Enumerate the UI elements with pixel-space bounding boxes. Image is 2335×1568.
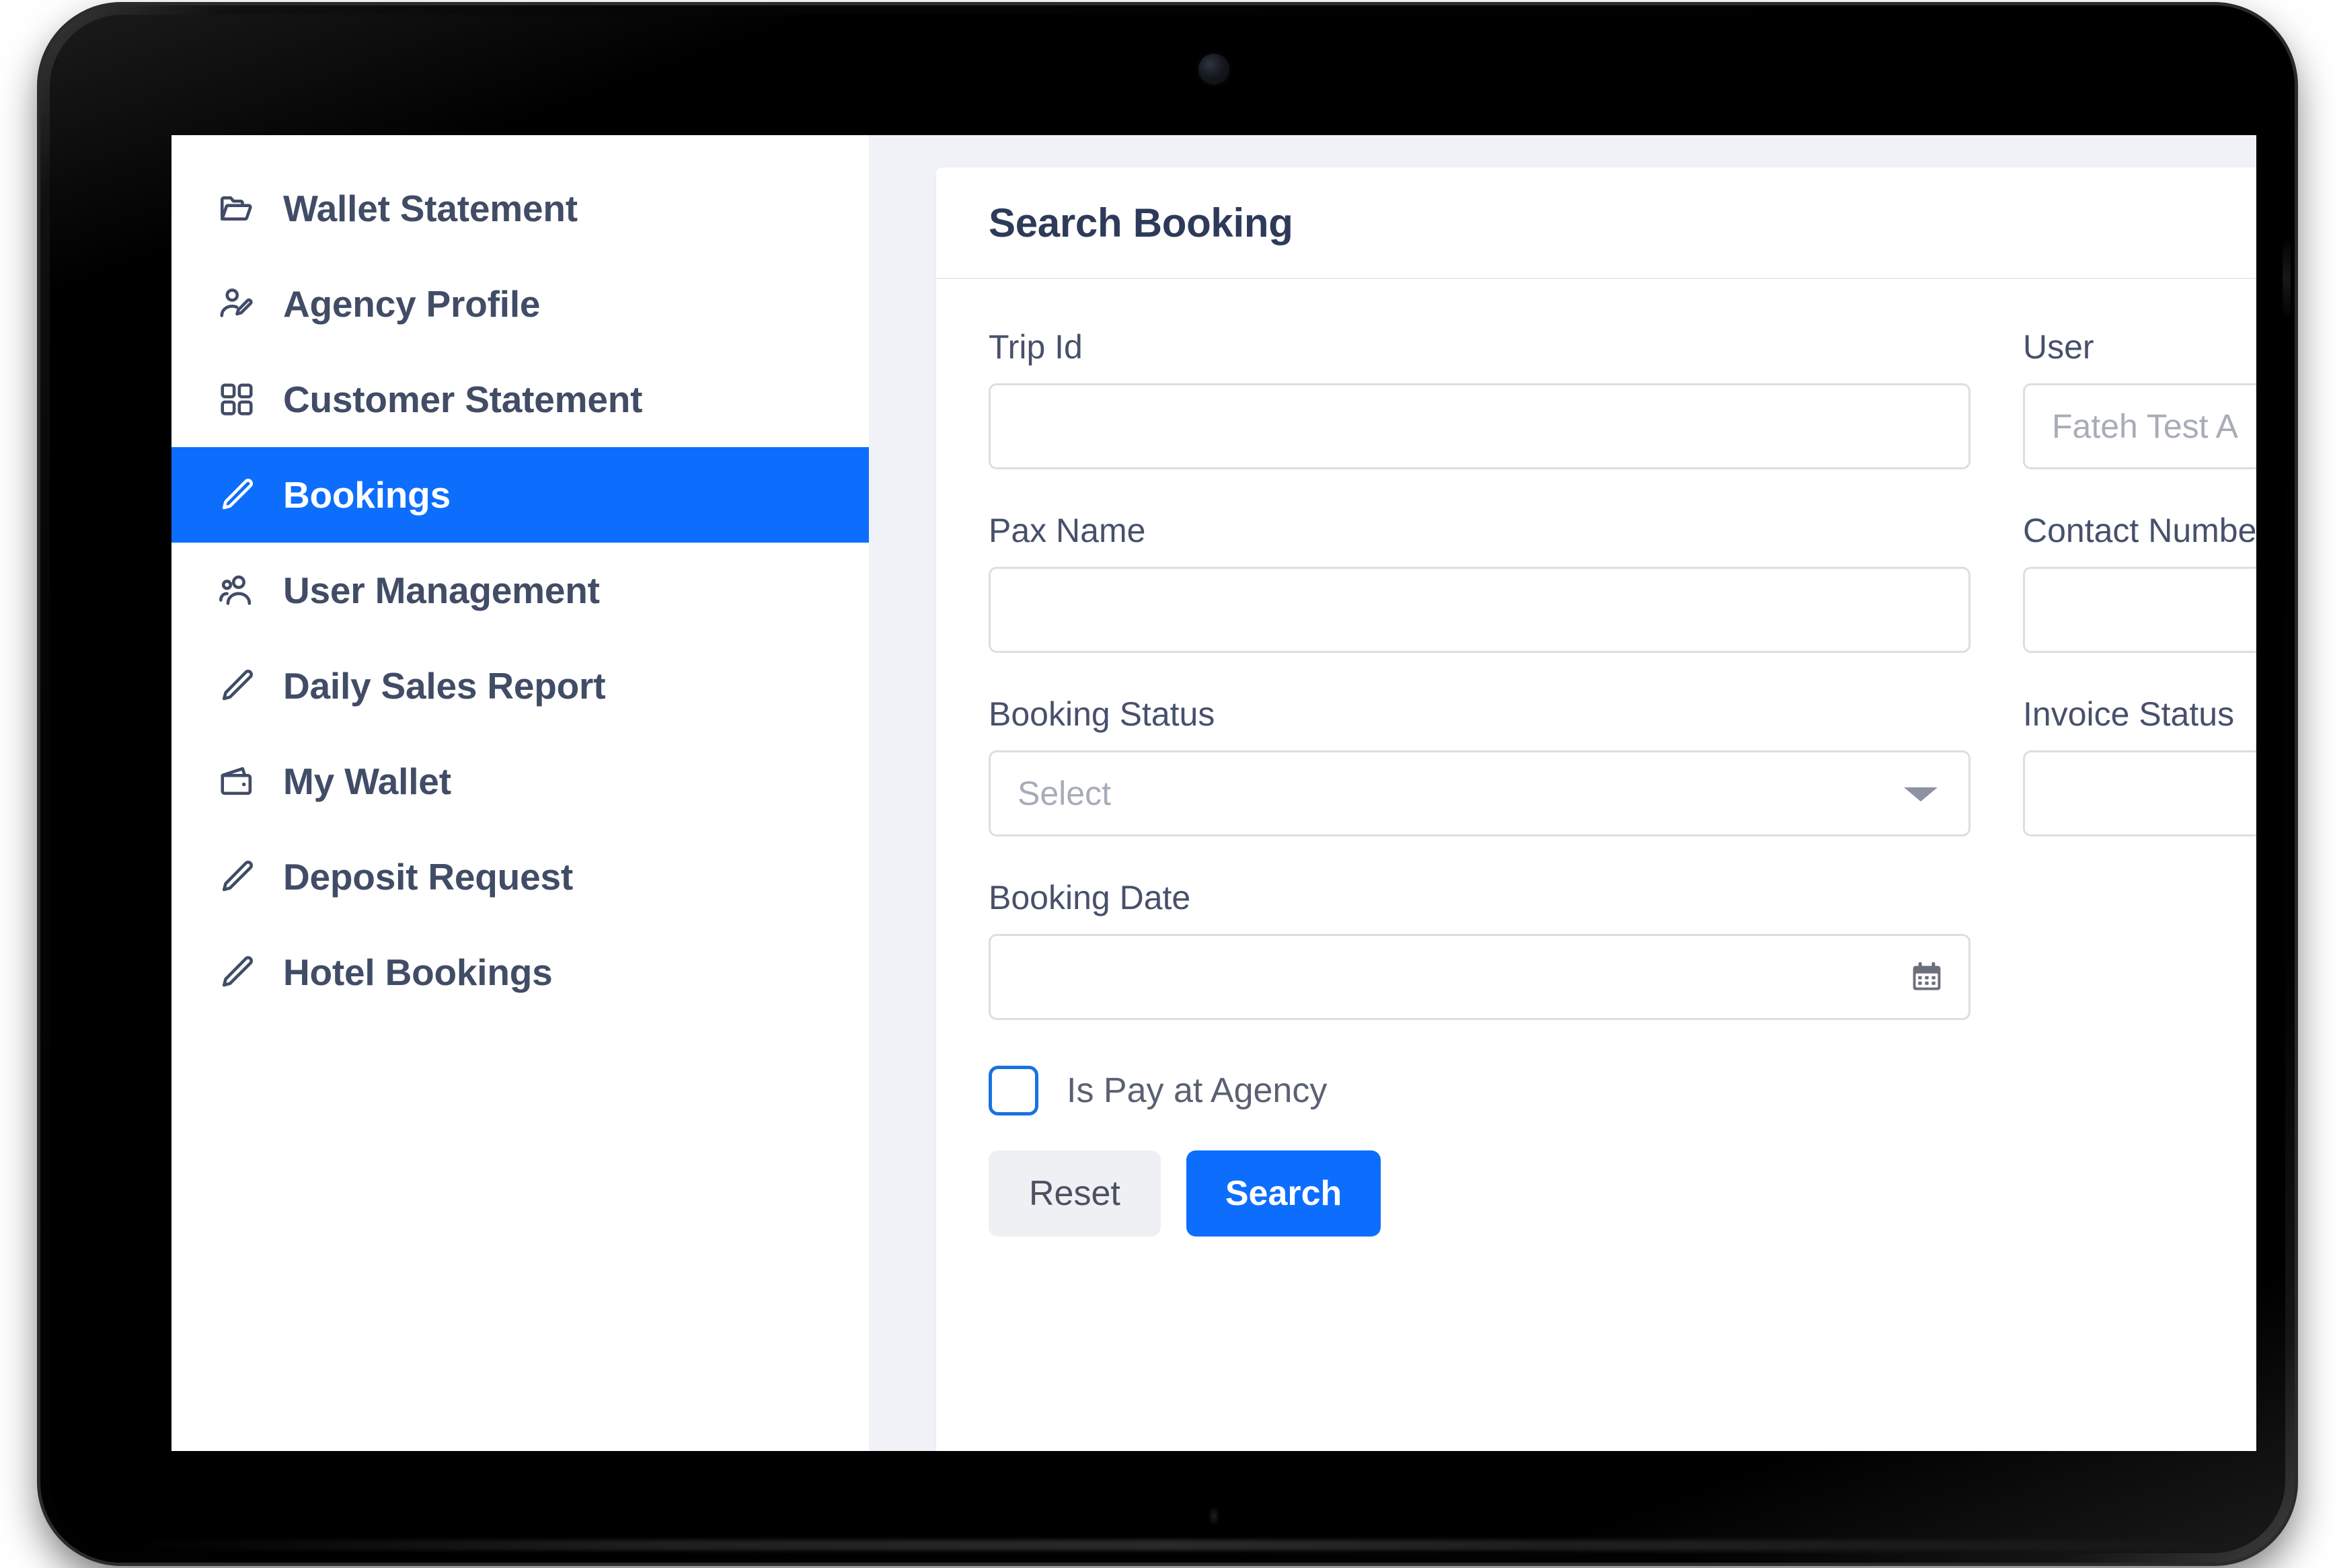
field-booking-date: Booking Date [989,879,1970,1020]
trip-id-label: Trip Id [989,328,1083,366]
wallet-icon [216,760,258,802]
invoice-status-select[interactable] [2023,750,2256,836]
sidebar-item-label: Wallet Statement [283,187,578,229]
form-grid: Trip Id User Fateh Test A Pax Name Conta… [989,329,2256,1063]
sidebar-item-my-wallet[interactable]: My Wallet [171,734,869,829]
is-pay-at-agency-label: Is Pay at Agency [1067,1071,1328,1110]
is-pay-at-agency-checkbox[interactable] [989,1066,1038,1115]
pencil-icon [216,856,258,898]
pay-at-agency-row: Is Pay at Agency [989,1066,2256,1115]
invoice-status-label: Invoice Status [2023,695,2235,733]
pencil-icon [216,665,258,707]
sidebar-item-label: User Management [283,569,600,611]
home-indicator [1208,1506,1220,1526]
user-edit-icon [216,283,258,325]
sidebar-item-bookings[interactable]: Bookings [171,447,869,543]
sidebar-item-customer-statement[interactable]: Customer Statement [171,352,869,447]
field-trip-id: Trip Id [989,329,1970,469]
contact-number-input[interactable] [2023,567,2256,653]
grid-icon [216,379,258,420]
field-contact-number: Contact Number [2023,512,2256,653]
search-booking-card: Search Booking Trip Id User Fateh Test A… [936,167,2256,1451]
sidebar-nav: Wallet Statement Agency Profile Customer… [171,135,869,1451]
pax-name-label: Pax Name [989,512,1146,549]
pax-name-input[interactable] [989,567,1970,653]
page-title: Search Booking [989,200,1293,245]
search-form: Trip Id User Fateh Test A Pax Name Conta… [936,279,2256,1284]
reset-button[interactable]: Reset [989,1150,1161,1237]
sidebar-item-label: Customer Statement [283,378,643,420]
field-invoice-status: Invoice Status [2023,696,2256,836]
main-content: Search Booking Trip Id User Fateh Test A… [869,135,2256,1451]
app-screen: Wallet Statement Agency Profile Customer… [171,135,2256,1451]
pencil-icon [216,951,258,993]
sidebar-item-label: My Wallet [283,760,451,802]
user-value: Fateh Test A [2052,407,2239,445]
chevron-down-icon [1904,787,1938,801]
sidebar-item-hotel-bookings[interactable]: Hotel Bookings [171,925,869,1020]
calendar-icon[interactable] [1909,959,1944,994]
sidebar-item-agency-profile[interactable]: Agency Profile [171,256,869,352]
tablet-device: Wallet Statement Agency Profile Customer… [40,5,2295,1563]
card-header: Search Booking [936,167,2256,279]
sidebar-item-label: Hotel Bookings [283,951,553,993]
booking-status-select[interactable]: Select [989,750,1970,836]
search-button[interactable]: Search [1186,1150,1381,1237]
sidebar-item-daily-sales-report[interactable]: Daily Sales Report [171,638,869,734]
booking-status-label: Booking Status [989,695,1215,733]
user-input[interactable]: Fateh Test A [2023,383,2256,469]
sidebar-item-label: Agency Profile [283,282,541,325]
trip-id-input[interactable] [989,383,1970,469]
folder-open-icon [216,188,258,229]
sidebar-item-label: Bookings [283,473,451,516]
device-edge-highlight [121,1540,2219,1551]
form-grid-spacer [2023,879,2256,1063]
field-user: User Fateh Test A [2023,329,2256,469]
user-label: User [2023,328,2094,366]
sidebar-item-label: Daily Sales Report [283,664,606,707]
field-pax-name: Pax Name [989,512,1970,653]
form-actions: Reset Search [989,1150,2256,1284]
booking-date-label: Booking Date [989,879,1191,916]
users-icon [216,570,258,611]
booking-status-value: Select [1018,775,1111,812]
sidebar-item-deposit-request[interactable]: Deposit Request [171,829,869,925]
front-camera-icon [1198,54,1229,85]
sidebar-item-user-management[interactable]: User Management [171,543,869,638]
contact-number-label: Contact Number [2023,512,2256,549]
field-booking-status: Booking Status Select [989,696,1970,836]
pencil-icon [216,474,258,516]
booking-date-input[interactable] [989,934,1970,1020]
sidebar-item-wallet-statement[interactable]: Wallet Statement [171,161,869,256]
power-button[interactable] [2283,241,2291,316]
sidebar-item-label: Deposit Request [283,855,573,898]
